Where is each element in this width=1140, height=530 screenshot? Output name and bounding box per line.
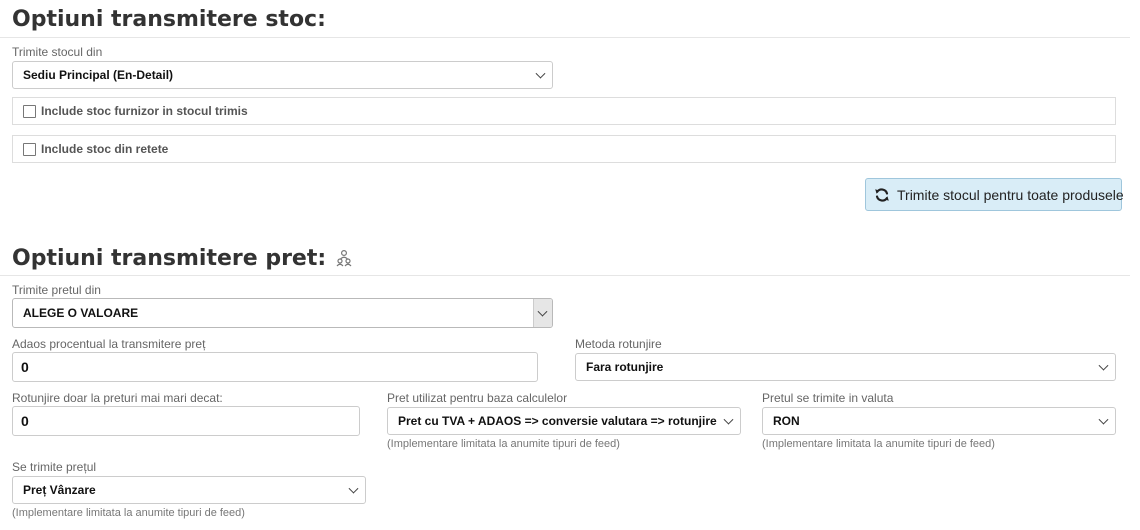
include-supplier-stock-row[interactable]: Include stoc furnizor in stocul trimis [12,97,1116,125]
price-source-select[interactable]: ALEGE O VALOARE [12,298,553,328]
markup-input[interactable]: 0 [12,352,538,382]
stock-source-value: Sediu Principal (En-Detail) [23,68,174,82]
chevron-down-icon [723,414,734,425]
price-type-value: Preț Vânzare [23,483,96,497]
chevron-down-icon [535,68,546,79]
include-supplier-stock-checkbox[interactable] [23,104,36,118]
stock-section-divider [0,37,1130,38]
stock-source-select[interactable]: Sediu Principal (En-Detail) [12,61,553,89]
include-recipes-stock-label: Include stoc din retete [41,142,169,156]
currency-select[interactable]: RON [762,407,1116,435]
rounding-method-value: Fara rotunjire [586,360,664,374]
include-recipes-stock-checkbox[interactable] [23,142,36,156]
price-section-title-text: Optiuni transmitere pret: [12,246,327,271]
chevron-down-icon [1098,414,1109,425]
calc-base-label: Pret utilizat pentru baza calculelor [387,391,568,405]
send-stock-button[interactable]: Trimite stocul pentru toate produsele [865,178,1124,211]
calc-base-select[interactable]: Pret cu TVA + ADAOS => conversie valutar… [387,407,741,435]
stock-section-title: Optiuni transmitere stoc: [12,7,326,32]
price-type-select[interactable]: Preț Vânzare [12,476,366,504]
rounding-method-select[interactable]: Fara rotunjire [575,353,1116,381]
currency-hint: (Implementare limitata la anumite tipuri… [762,438,995,450]
calc-base-hint: (Implementare limitata la anumite tipuri… [387,438,620,450]
price-type-label: Se trimite prețul [12,460,97,474]
currency-label: Pretul se trimite in valuta [762,391,894,405]
calc-base-value: Pret cu TVA + ADAOS => conversie valutar… [398,414,717,428]
send-stock-button-label: Trimite stocul pentru toate produsele [897,186,1124,203]
chevron-down-icon [348,483,359,494]
stock-source-label: Trimite stocul din [12,45,103,59]
markup-label: Adaos procentual la transmitere preț [12,337,206,351]
rounding-method-label: Metoda rotunjire [575,337,662,351]
price-section-divider [0,275,1130,276]
price-section-title: Optiuni transmitere pret: [12,246,352,272]
currency-value: RON [773,414,800,428]
rounding-threshold-input[interactable]: 0 [12,406,360,436]
refresh-icon [875,187,889,202]
price-source-value: ALEGE O VALOARE [23,306,139,320]
include-supplier-stock-label: Include stoc furnizor in stocul trimis [41,104,248,118]
chevron-down-icon [1098,360,1109,371]
users-settings-icon[interactable] [336,249,352,267]
price-type-hint: (Implementare limitata la anumite tipuri… [12,507,245,519]
rounding-threshold-label: Rotunjire doar la preturi mai mari decat… [12,391,223,405]
price-source-label: Trimite pretul din [12,283,101,297]
include-recipes-stock-row[interactable]: Include stoc din retete [12,135,1116,163]
